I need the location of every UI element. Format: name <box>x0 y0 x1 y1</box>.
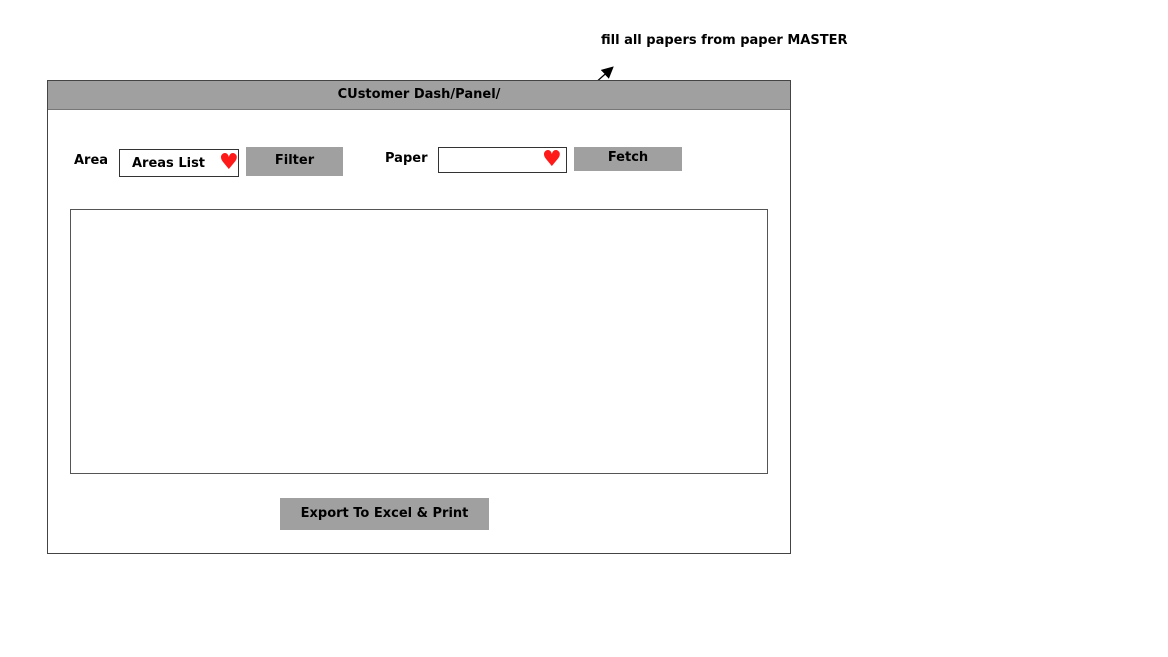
filter-button[interactable]: Filter <box>246 147 343 176</box>
areas-select-value: Areas List <box>132 156 206 171</box>
export-excel-print-button[interactable]: Export To Excel & Print <box>280 498 489 530</box>
paper-label: Paper <box>385 151 428 166</box>
panel-title: CUstomer Dash/Panel/ <box>48 81 790 110</box>
fetch-button[interactable]: Fetch <box>574 147 682 171</box>
area-label: Area <box>74 153 109 168</box>
customer-dashboard-panel: CUstomer Dash/Panel/ Area Areas List ♥ F… <box>47 80 791 554</box>
heart-icon[interactable]: ♥ <box>219 152 239 174</box>
heart-icon[interactable]: ♥ <box>542 149 562 171</box>
results-grid[interactable] <box>70 209 768 474</box>
paper-select[interactable]: ♥ <box>438 147 567 173</box>
annotation-note: fill all papers from paper MASTER <box>601 33 848 48</box>
areas-select[interactable]: Areas List ♥ <box>119 149 239 177</box>
